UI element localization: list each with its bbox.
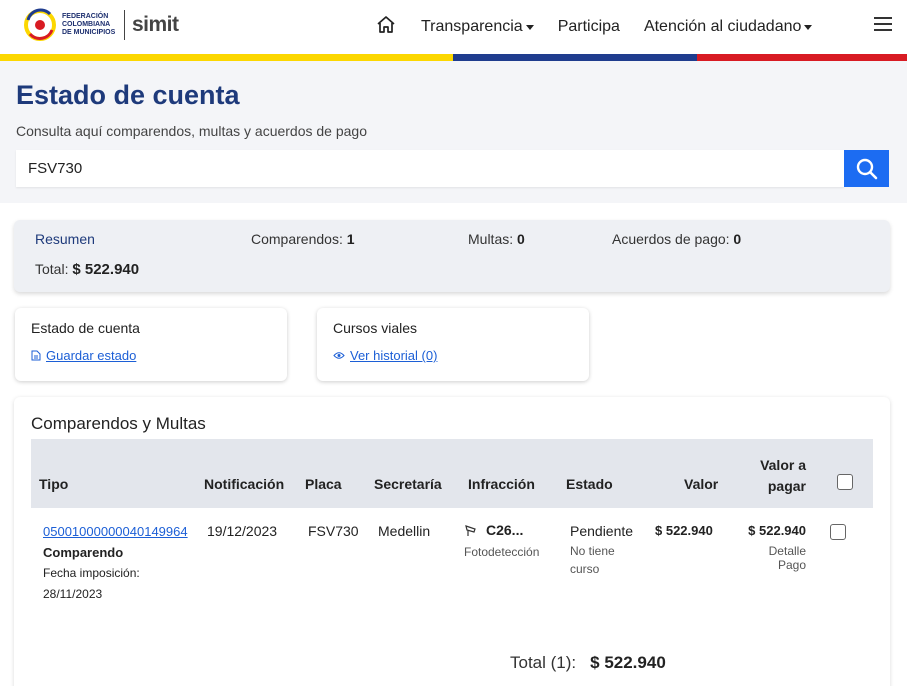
comparendo-number-link[interactable]: 05001000000040149964: [43, 524, 188, 539]
row-infraccion: C26...: [465, 522, 523, 538]
search-icon: [856, 158, 877, 179]
fcm-logo-icon: [24, 6, 56, 44]
eye-icon: [333, 351, 345, 360]
caret-down-icon: [525, 24, 534, 30]
caret-down-icon: [804, 24, 813, 30]
row-fecha: 28/11/2023: [43, 587, 103, 601]
row-notificacion: 19/12/2023: [207, 523, 278, 539]
table-header: Tipo Notificación Placa Secretaría Infra…: [31, 439, 873, 508]
table-title: Comparendos y Multas: [31, 414, 206, 433]
home-icon[interactable]: [375, 14, 397, 36]
cursos-viales-card: Cursos viales Ver historial (0): [317, 308, 589, 381]
estado-cuenta-card: Estado de cuenta Guardar estado: [15, 308, 287, 381]
row-valor: $ 522.940: [655, 523, 713, 538]
row-valor-pagar: $ 522.940: [748, 523, 806, 538]
guardar-estado-link[interactable]: Guardar estado: [31, 348, 136, 363]
page-title: Estado de cuenta: [16, 80, 240, 110]
flag-stripe-yellow: [0, 54, 453, 61]
row-tipo: Comparendo: [43, 545, 124, 560]
search-button[interactable]: [844, 150, 889, 187]
select-all-checkbox[interactable]: [837, 474, 853, 490]
cursos-card-title: Cursos viales: [333, 320, 418, 336]
col-infraccion: Infracción: [468, 476, 535, 492]
col-notificacion: Notificación: [204, 476, 285, 492]
logo-divider: [124, 10, 125, 40]
col-valor: Valor: [684, 476, 719, 492]
col-tipo: Tipo: [39, 476, 69, 492]
main-nav: Transparencia Participa Atención al ciud…: [375, 0, 836, 54]
simit-logo-text: simit: [132, 13, 179, 36]
flag-stripe-blue: [453, 54, 697, 61]
row-checkbox[interactable]: [830, 524, 846, 540]
plate-search-input[interactable]: [16, 150, 844, 187]
row-estado: Pendiente: [570, 523, 634, 539]
page-subtitle: Consulta aquí comparendos, multas y acue…: [16, 123, 367, 139]
col-estado: Estado: [566, 476, 613, 492]
nav-transparencia[interactable]: Transparencia: [421, 18, 534, 36]
ver-historial-link[interactable]: Ver historial (0): [333, 348, 437, 363]
row-estado-sub-2: curso: [570, 562, 600, 576]
row-fecha-label: Fecha imposición:: [43, 566, 140, 580]
top-header: FEDERACIÓN COLOMBIANA DE MUNICIPIOS simi…: [0, 0, 907, 54]
estado-card-title: Estado de cuenta: [31, 320, 140, 336]
row-placa: FSV730: [308, 523, 359, 539]
summary-title: Resumen: [35, 231, 95, 247]
row-infraccion-sub: Fotodetección: [464, 545, 540, 559]
fcm-logo-text: FEDERACIÓN COLOMBIANA DE MUNICIPIOS: [62, 13, 116, 36]
flag-stripe-red: [697, 54, 907, 61]
col-secretaria: Secretaría: [374, 476, 442, 492]
camera-icon: [465, 524, 480, 537]
col-valor-pagar: Valor a pagar: [760, 457, 806, 494]
table-total: Total (1): $ 522.940: [510, 653, 666, 672]
comparendos-multas-panel: Comparendos y Multas Tipo Notificación P…: [14, 397, 890, 686]
fcm-simit-logo[interactable]: FEDERACIÓN COLOMBIANA DE MUNICIPIOS simi…: [24, 6, 179, 44]
hamburger-menu-icon[interactable]: [874, 17, 892, 35]
summary-acuerdos: Acuerdos de pago: 0: [612, 231, 742, 247]
summary-multas: Multas: 0: [468, 231, 525, 247]
row-secretaria: Medellin: [378, 523, 431, 539]
summary-panel: Resumen Comparendos: 1 Multas: 0 Acuerdo…: [14, 220, 890, 292]
summary-total: Total: $ 522.940: [35, 261, 140, 278]
nav-atencion[interactable]: Atención al ciudadano: [644, 18, 813, 36]
col-placa: Placa: [305, 476, 342, 492]
nav-participa[interactable]: Participa: [558, 18, 620, 36]
document-icon: [31, 350, 41, 361]
summary-comparendos: Comparendos: 1: [251, 231, 355, 247]
detalle-pago-link[interactable]: Detalle Pago: [726, 544, 806, 572]
row-estado-sub-1: No tiene: [570, 544, 615, 558]
